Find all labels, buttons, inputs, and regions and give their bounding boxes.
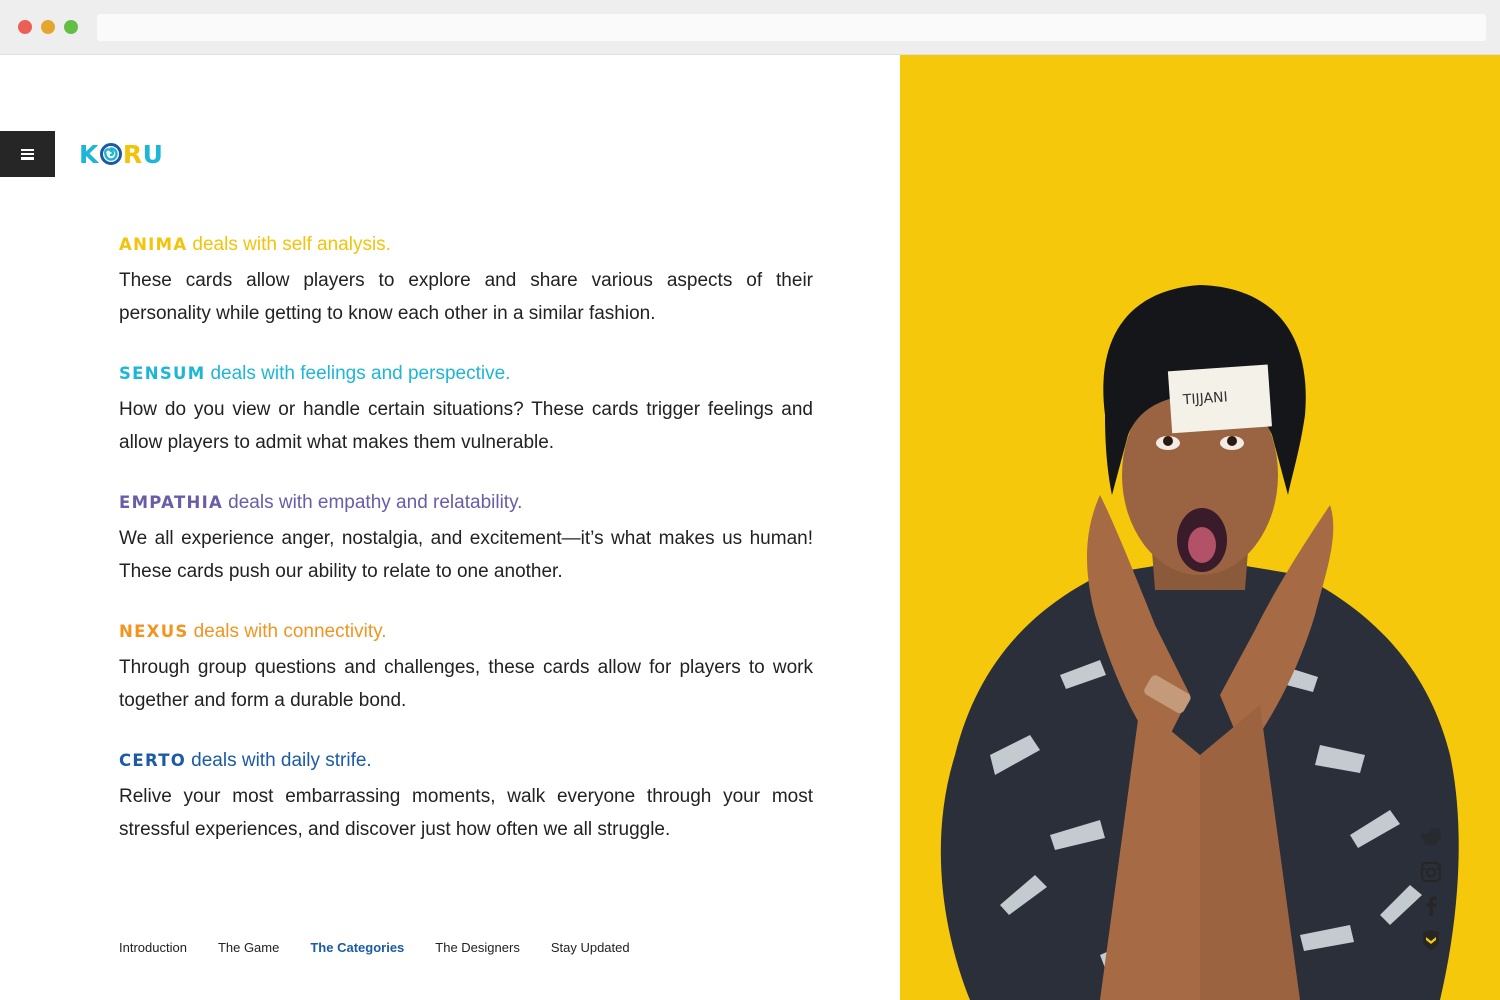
maximize-window-button[interactable]: [64, 20, 78, 34]
nav-the-designers[interactable]: The Designers: [435, 940, 520, 955]
categories-list: ANIMA deals with self analysis. These car…: [119, 231, 813, 876]
koru-logo[interactable]: K RU: [79, 140, 163, 169]
nav-introduction[interactable]: Introduction: [119, 940, 187, 955]
hamburger-icon: [21, 148, 34, 160]
category-description: How do you view or handle certain situat…: [119, 399, 813, 453]
category-description: These cards allow players to explore and…: [119, 270, 813, 324]
category-empathia: EMPATHIA deals with empathy and relatabil…: [119, 489, 813, 588]
category-name: EMPATHIA: [119, 493, 224, 512]
category-certo: CERTO deals with daily strife. Relive you…: [119, 747, 813, 846]
category-name: ANIMA: [119, 235, 188, 254]
category-name: NEXUS: [119, 622, 189, 641]
twitter-icon[interactable]: [1420, 825, 1442, 847]
close-window-button[interactable]: [18, 20, 32, 34]
category-description: We all experience anger, nostalgia, and …: [119, 528, 813, 582]
badge-icon[interactable]: [1420, 929, 1442, 951]
minimize-window-button[interactable]: [41, 20, 55, 34]
koru-swirl-icon: [99, 143, 122, 165]
svg-text:TIJJANI: TIJJANI: [1181, 389, 1228, 408]
address-bar[interactable]: [97, 14, 1486, 41]
category-heading: CERTO deals with daily strife.: [119, 747, 813, 775]
instagram-icon[interactable]: [1420, 861, 1442, 883]
category-heading: SENSUM deals with feelings and perspectiv…: [119, 360, 813, 388]
section-nav: Introduction The Game The Categories The…: [119, 940, 661, 955]
category-heading: EMPATHIA deals with empathy and relatabil…: [119, 489, 813, 517]
category-tagline: deals with self analysis.: [192, 234, 391, 255]
nav-stay-updated[interactable]: Stay Updated: [551, 940, 630, 955]
category-tagline: deals with empathy and relatability.: [228, 492, 523, 513]
nav-the-categories[interactable]: The Categories: [310, 940, 404, 955]
person-illustration: TIJJANI: [940, 285, 1459, 1000]
browser-chrome: [0, 0, 1500, 55]
category-description: Relive your most embarrassing moments, w…: [119, 786, 813, 840]
category-tagline: deals with feelings and perspective.: [210, 363, 511, 384]
nav-the-game[interactable]: The Game: [218, 940, 279, 955]
menu-button[interactable]: [0, 131, 55, 177]
category-heading: ANIMA deals with self analysis.: [119, 231, 813, 259]
hero-photo: TIJJANI: [900, 55, 1500, 1000]
category-description: Through group questions and challenges, …: [119, 657, 813, 711]
category-tagline: deals with connectivity.: [193, 621, 387, 642]
category-name: CERTO: [119, 751, 187, 770]
category-name: SENSUM: [119, 364, 206, 383]
category-tagline: deals with daily strife.: [191, 750, 372, 771]
category-nexus: NEXUS deals with connectivity. Through gr…: [119, 618, 813, 717]
category-heading: NEXUS deals with connectivity.: [119, 618, 813, 646]
facebook-icon[interactable]: [1420, 895, 1442, 917]
category-sensum: SENSUM deals with feelings and perspectiv…: [119, 360, 813, 459]
category-anima: ANIMA deals with self analysis. These car…: [119, 231, 813, 330]
